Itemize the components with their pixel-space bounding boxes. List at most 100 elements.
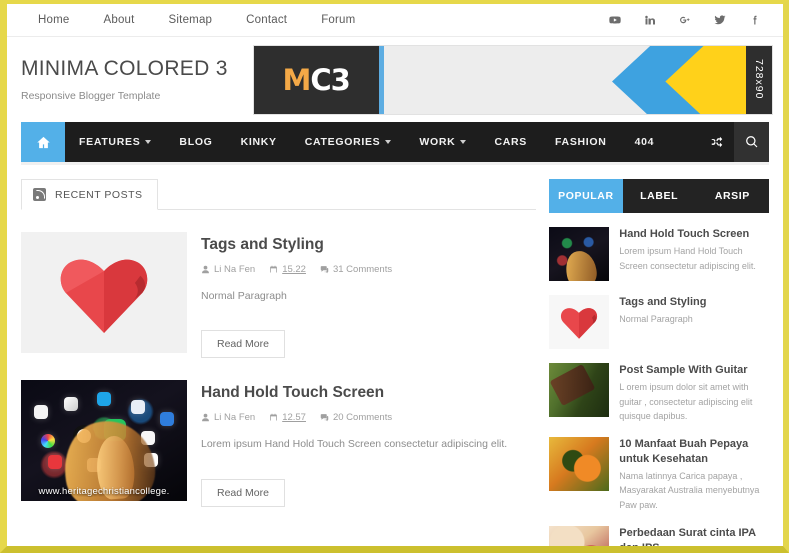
youtube-icon[interactable] <box>608 14 621 27</box>
sidebar-tabs: POPULAR LABEL ARSIP <box>549 179 769 213</box>
read-more-button[interactable]: Read More <box>201 478 285 507</box>
top-navigation: Home About Sitemap Contact Forum <box>21 14 372 26</box>
popular-snippet: Normal Paragraph <box>619 314 693 325</box>
nav-item-work[interactable]: WORK <box>405 122 480 162</box>
nav-item-404[interactable]: 404 <box>621 122 669 162</box>
papaya-image <box>549 437 610 492</box>
popular-text: Hand Hold Touch Screen Lorem ipsum Hand … <box>619 227 769 281</box>
nav-item-cars[interactable]: CARS <box>480 122 541 162</box>
sidebar: POPULAR LABEL ARSIP Hand Hold Touch Scre… <box>549 179 769 546</box>
banner-logo-m: M <box>282 62 312 97</box>
post-excerpt: Lorem ipsum Hand Hold Touch Screen conse… <box>201 437 508 450</box>
post-meta: Li Na Fen 15.22 31 Comments <box>201 264 536 275</box>
topnav-item-sitemap[interactable]: Sitemap <box>152 14 230 26</box>
read-more-button[interactable]: Read More <box>201 330 285 359</box>
nav-item-404-label: 404 <box>634 136 655 148</box>
app-icon <box>64 397 79 412</box>
chevron-down-icon <box>385 140 392 144</box>
main-nav-items: FEATURES BLOG KINKY CATEGORIES WORK CARS… <box>65 122 668 162</box>
banner-size-label: 728x90 <box>753 59 765 100</box>
post-comments-count: 31 Comments <box>332 263 393 275</box>
post-comments: 31 Comments <box>320 264 392 275</box>
user-icon <box>202 413 209 422</box>
recent-posts-bar: RECENT POSTS <box>21 179 537 210</box>
post-thumbnail[interactable] <box>21 232 187 358</box>
popular-title[interactable]: Hand Hold Touch Screen <box>619 227 769 241</box>
calendar-icon <box>270 265 278 273</box>
post-comments-count: 20 Comments <box>332 411 393 423</box>
tab-label[interactable]: LABEL <box>623 179 696 213</box>
main-column: RECENT POSTS Tags and Styling Li Na Fen … <box>21 179 537 546</box>
nav-item-fashion[interactable]: FASHION <box>541 122 621 162</box>
app-icon <box>97 392 112 407</box>
popular-snippet: Nama latinnya Carica papaya , Masyarakat… <box>619 471 760 510</box>
post-excerpt: Normal Paragraph <box>201 289 287 302</box>
post-item: Tags and Styling Li Na Fen 15.22 31 Comm… <box>21 232 536 359</box>
post-meta: Li Na Fen 12.57 20 Comments <box>201 412 536 423</box>
page-inner: Home About Sitemap Contact Forum MINIMA … <box>7 4 783 546</box>
app-icon <box>34 404 49 419</box>
post-body: Hand Hold Touch Screen Li Na Fen 12.57 2… <box>201 380 536 507</box>
comment-icon <box>320 414 329 422</box>
googleplus-icon[interactable] <box>678 14 691 27</box>
banner-size-strip: 728x90 <box>746 45 772 114</box>
topnav-item-about[interactable]: About <box>86 14 151 26</box>
popular-thumbnail <box>549 437 610 492</box>
tab-arsip[interactable]: ARSIP <box>696 179 769 213</box>
post-body: Tags and Styling Li Na Fen 15.22 31 Comm… <box>201 232 536 359</box>
linkedin-icon[interactable] <box>643 14 656 27</box>
post-author-name: Li Na Fen <box>214 411 256 423</box>
banner-logo-c3: C3 <box>310 62 350 97</box>
touchscreen-image: www.heritagechristiancollege. <box>21 380 187 502</box>
brand-block: MINIMA COLORED 3 Responsive Blogger Temp… <box>21 57 253 101</box>
nav-item-kinky[interactable]: KINKY <box>227 122 291 162</box>
twitter-icon[interactable] <box>713 14 726 27</box>
post-time-link[interactable]: 12.57 <box>282 412 306 423</box>
list-item[interactable]: Tags and Styling Normal Paragraph <box>549 295 769 349</box>
list-item[interactable]: 10 Manfaat Buah Pepaya untuk Kesehatan N… <box>549 437 769 512</box>
shuffle-icon <box>711 136 722 148</box>
banner-logo: MC3 <box>253 45 384 114</box>
search-button[interactable] <box>734 122 769 162</box>
rss-icon <box>33 188 46 201</box>
tab-popular[interactable]: POPULAR <box>549 179 623 213</box>
top-bar: Home About Sitemap Contact Forum <box>7 4 783 37</box>
post-author: Li Na Fen <box>201 264 255 275</box>
shuffle-button[interactable] <box>699 122 734 162</box>
topnav-item-home[interactable]: Home <box>21 14 86 26</box>
recent-posts-tab[interactable]: RECENT POSTS <box>21 179 158 210</box>
topnav-item-forum[interactable]: Forum <box>304 14 372 26</box>
post-title[interactable]: Hand Hold Touch Screen <box>201 384 536 403</box>
popular-title[interactable]: 10 Manfaat Buah Pepaya untuk Kesehatan <box>619 437 769 466</box>
teddy-image <box>549 526 610 546</box>
list-item[interactable]: Post Sample With Guitar L orem ipsum dol… <box>549 363 769 423</box>
app-icon <box>160 411 175 426</box>
nav-item-blog[interactable]: BLOG <box>165 122 226 162</box>
user-icon <box>202 265 209 273</box>
facebook-icon[interactable] <box>748 14 761 27</box>
popular-text: Post Sample With Guitar L orem ipsum dol… <box>619 363 769 423</box>
popular-title[interactable]: Post Sample With Guitar <box>619 363 769 377</box>
music-icon <box>47 455 62 470</box>
post-thumbnail[interactable]: www.heritagechristiancollege. <box>21 380 187 506</box>
main-nav-actions <box>699 122 769 162</box>
nav-item-categories[interactable]: CATEGORIES <box>291 122 406 162</box>
topnav-item-contact[interactable]: Contact <box>229 14 304 26</box>
popular-snippet: L orem ipsum dolor sit amet with guitar … <box>619 382 753 422</box>
post-author: Li Na Fen <box>201 412 255 423</box>
guitar-image <box>549 363 610 417</box>
post-time-link[interactable]: 15.22 <box>282 264 306 275</box>
nav-item-features[interactable]: FEATURES <box>65 122 165 162</box>
nav-item-cars-label: CARS <box>494 136 527 148</box>
post-title[interactable]: Tags and Styling <box>201 236 536 255</box>
popular-title[interactable]: Tags and Styling <box>619 295 706 309</box>
post-author-name: Li Na Fen <box>214 263 256 275</box>
nav-home-button[interactable] <box>21 122 65 162</box>
popular-title[interactable]: Perbedaan Surat cinta IPA dan IPS <box>619 526 769 546</box>
list-item[interactable]: Hand Hold Touch Screen Lorem ipsum Hand … <box>549 227 769 281</box>
chevron-down-icon <box>460 140 467 144</box>
app-icon <box>130 399 145 414</box>
list-item[interactable]: Perbedaan Surat cinta IPA dan IPS Perbed… <box>549 526 769 546</box>
ad-banner[interactable]: MC3 728x90 <box>252 44 773 115</box>
popular-text: Tags and Styling Normal Paragraph <box>619 295 706 349</box>
